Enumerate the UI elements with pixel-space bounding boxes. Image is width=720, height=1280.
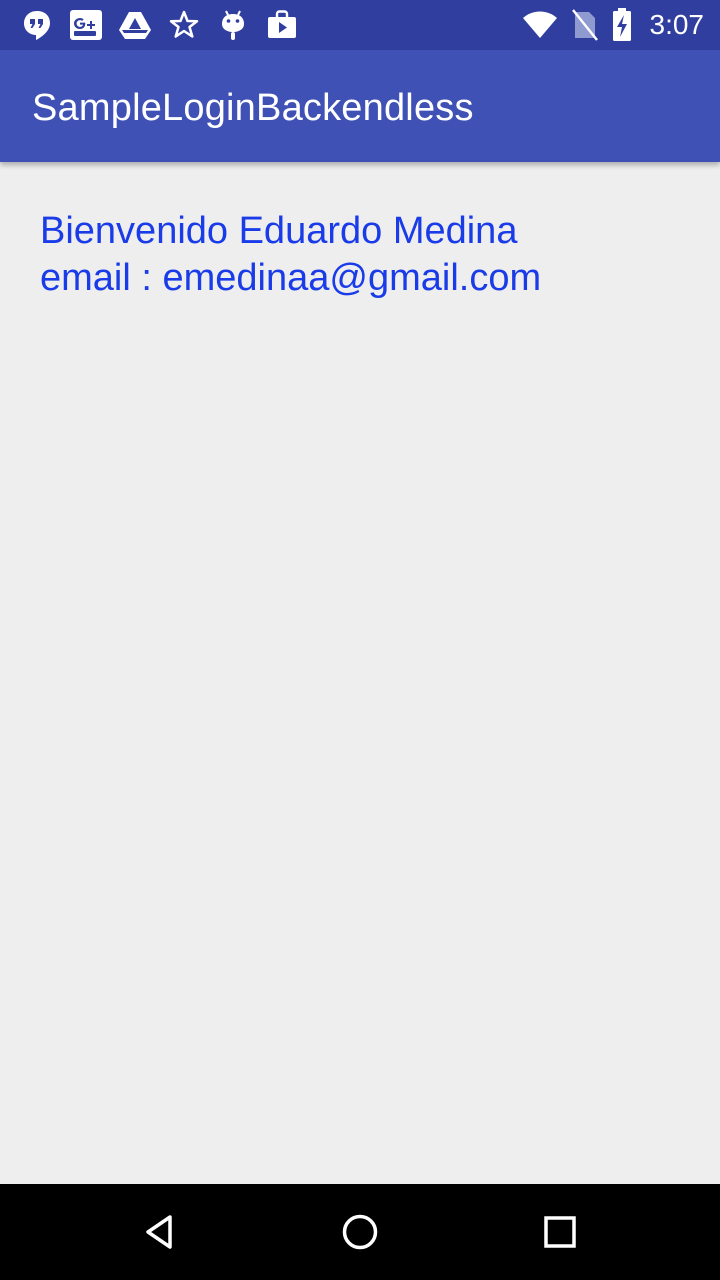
home-button[interactable]	[336, 1208, 384, 1256]
hangouts-icon	[20, 8, 54, 42]
system-icons: 3:07	[522, 8, 705, 42]
welcome-message: Bienvenido Eduardo Medina	[40, 210, 518, 252]
wifi-icon	[522, 8, 558, 42]
status-clock: 3:07	[649, 9, 705, 40]
app-bar: SampleLoginBackendless	[0, 50, 720, 162]
app-title: SampleLoginBackendless	[32, 87, 474, 129]
play-store-icon	[265, 8, 299, 42]
battery-charging-icon	[612, 8, 632, 42]
google-plus-icon	[69, 8, 103, 42]
navigation-bar	[0, 1184, 720, 1280]
drive-icon	[118, 8, 152, 42]
main-content: Bienvenido Eduardo Medina email : emedin…	[0, 162, 720, 1184]
star-icon	[167, 8, 201, 42]
no-sim-icon	[571, 8, 598, 42]
status-bar: 3:07	[0, 0, 720, 50]
home-icon	[342, 1214, 378, 1250]
welcome-text-block: Bienvenido Eduardo Medina email : emedin…	[40, 208, 541, 302]
recents-icon	[544, 1216, 576, 1248]
android-icon	[216, 8, 250, 42]
back-icon	[146, 1215, 172, 1249]
recents-button[interactable]	[536, 1208, 584, 1256]
notification-icons	[20, 8, 299, 42]
email-label: email : emedinaa@gmail.com	[40, 257, 542, 299]
back-button[interactable]	[136, 1208, 184, 1256]
